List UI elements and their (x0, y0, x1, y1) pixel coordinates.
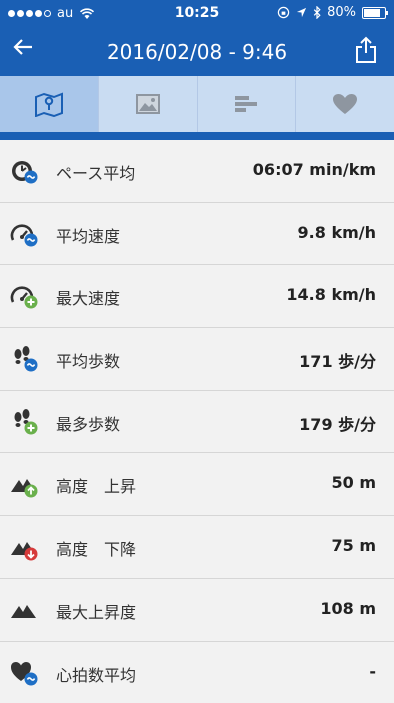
stat-label: 高度 下降 (56, 536, 136, 560)
steps-max-icon (10, 408, 40, 436)
max-elevation-icon (10, 596, 40, 624)
stat-row-steps-max: 最多歩数 179 歩/分 (0, 391, 394, 454)
stat-row-steps-average: 平均歩数 171 歩/分 (0, 328, 394, 391)
stat-value: 9.8 km/h (298, 223, 376, 242)
bar-chart-icon (233, 94, 259, 114)
stat-label: ペース平均 (56, 160, 135, 184)
pace-average-icon (10, 157, 40, 185)
map-icon (34, 91, 64, 117)
photo-icon (135, 93, 161, 115)
stat-value: 06:07 min/km (253, 160, 376, 179)
tab-charts[interactable] (198, 76, 297, 132)
battery-icon (362, 7, 386, 19)
stats-list: ペース平均 06:07 min/km 平均速度 9.8 km/h (0, 140, 394, 700)
location-icon (296, 7, 307, 18)
tab-indicator (0, 132, 394, 140)
speed-max-icon (10, 282, 40, 310)
stat-row-max-elevation: 最大上昇度 108 m (0, 579, 394, 642)
stat-value: 108 m (320, 599, 376, 618)
stat-value: 171 歩/分 (299, 348, 376, 372)
heart-rate-average-icon (10, 659, 40, 687)
speed-average-icon (10, 220, 40, 248)
stat-value: 75 m (331, 536, 376, 555)
stat-label: 心拍数平均 (56, 662, 136, 686)
heart-icon (332, 93, 358, 115)
stat-label: 平均速度 (56, 223, 120, 247)
stat-label: 平均歩数 (56, 348, 120, 372)
bluetooth-icon (313, 6, 321, 19)
status-right: 80% (277, 5, 386, 20)
stat-label: 最大速度 (56, 285, 120, 309)
tab-photos[interactable] (99, 76, 198, 132)
stat-value: 50 m (331, 473, 376, 492)
rotation-lock-icon (277, 6, 290, 19)
steps-average-icon (10, 345, 40, 373)
battery-percent: 80% (327, 5, 356, 20)
stat-value: 14.8 km/h (286, 285, 376, 304)
page-title: 2016/02/08 - 9:46 (0, 40, 394, 64)
navigation-bar: 2016/02/08 - 9:46 (0, 28, 394, 76)
stat-value: - (369, 662, 376, 681)
tab-map[interactable] (0, 76, 99, 132)
elevation-loss-icon (10, 533, 40, 561)
stat-label: 高度 上昇 (56, 473, 136, 497)
stat-row-pace-average: ペース平均 06:07 min/km (0, 140, 394, 203)
stat-row-speed-average: 平均速度 9.8 km/h (0, 203, 394, 266)
stat-row-elevation-loss: 高度 下降 75 m (0, 516, 394, 579)
stat-row-elevation-gain: 高度 上昇 50 m (0, 453, 394, 516)
tab-heart[interactable] (296, 76, 394, 132)
elevation-gain-icon (10, 470, 40, 498)
stat-row-speed-max: 最大速度 14.8 km/h (0, 265, 394, 328)
stat-label: 最多歩数 (56, 411, 120, 435)
tab-bar (0, 76, 394, 132)
status-bar: au 10:25 80% (0, 0, 394, 28)
stat-value: 179 歩/分 (299, 411, 376, 435)
share-icon (354, 36, 378, 64)
stat-label: 最大上昇度 (56, 599, 136, 623)
share-button[interactable] (354, 36, 378, 64)
stat-row-heart-rate-average: 心拍数平均 - (0, 642, 394, 703)
